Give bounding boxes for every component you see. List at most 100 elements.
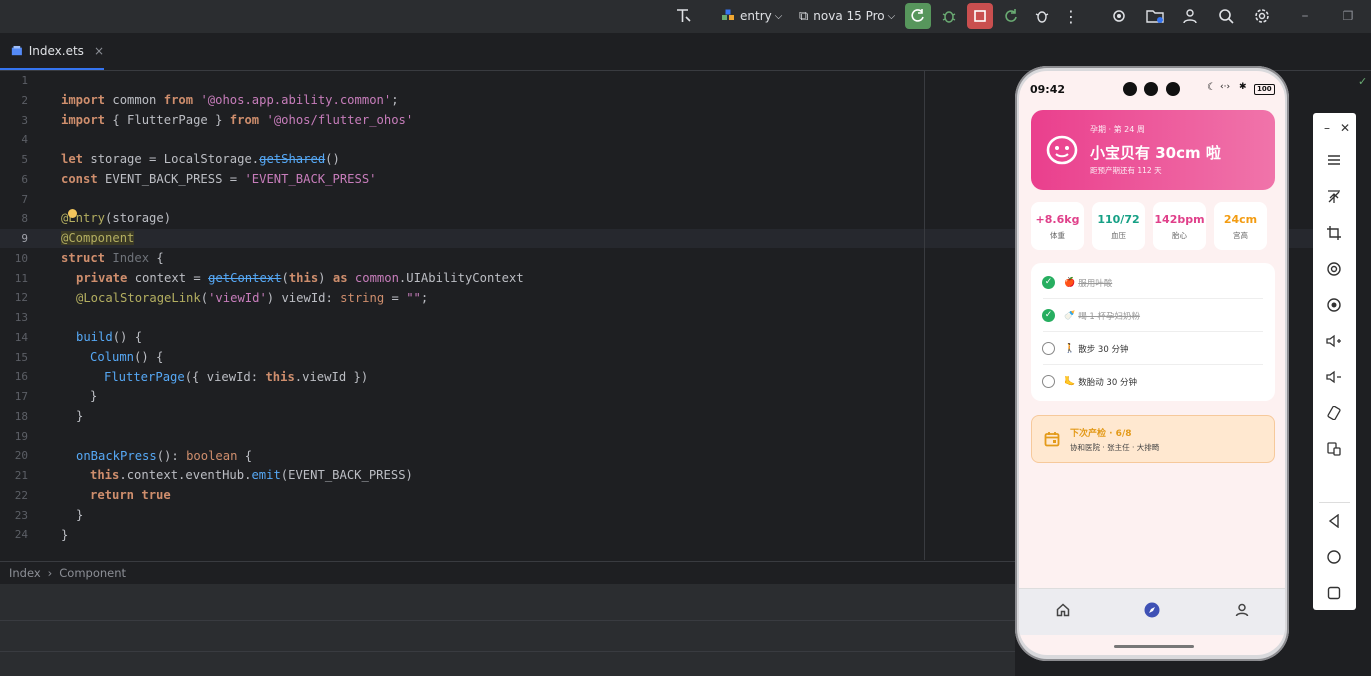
gesture-home-bar[interactable]: [1114, 645, 1194, 648]
unchecked-circle-icon[interactable]: [1042, 342, 1055, 355]
checked-circle-icon[interactable]: ✓: [1042, 309, 1055, 322]
home-icon[interactable]: [1056, 603, 1070, 617]
code-line-17: }: [90, 389, 98, 403]
line-number[interactable]: 1: [0, 74, 28, 87]
code-line-24: }: [61, 528, 69, 542]
menu-icon[interactable]: [1324, 150, 1344, 170]
line-number[interactable]: 10: [0, 252, 28, 265]
breadcrumb-item-component[interactable]: Component: [59, 566, 126, 580]
device-icon: ⧉: [799, 8, 809, 24]
checked-circle-icon[interactable]: ✓: [1042, 276, 1055, 289]
task-item[interactable]: ✓ 🍼 喝 1 杯孕妇奶粉: [1031, 299, 1275, 332]
unchecked-circle-icon[interactable]: [1042, 375, 1055, 388]
target-icon[interactable]: [1106, 3, 1132, 29]
line-number[interactable]: 13: [0, 311, 28, 324]
line-number[interactable]: 3: [0, 114, 28, 127]
line-number[interactable]: 17: [0, 390, 28, 403]
task-item[interactable]: ✓ 🍎 服用叶酸: [1031, 266, 1275, 299]
stat-card-heart-rate[interactable]: 142bpm 胎心: [1153, 202, 1206, 250]
task-item[interactable]: 🦶 数胎动 30 分钟: [1031, 365, 1275, 398]
stop-icon: [974, 10, 986, 22]
stat-label: 体重: [1050, 231, 1065, 240]
rerun-icon: [911, 9, 924, 22]
line-number[interactable]: 21: [0, 469, 28, 482]
run-config-selector[interactable]: entry ⌵: [720, 5, 782, 27]
task-emoji: 🚶: [1064, 343, 1076, 354]
debug-button[interactable]: [936, 3, 962, 29]
back-triangle-icon[interactable]: [1324, 511, 1344, 531]
stop-button[interactable]: [967, 3, 993, 29]
close-tab-icon[interactable]: ×: [94, 44, 104, 58]
volume-up-icon[interactable]: [1324, 331, 1344, 351]
hero-headline: 小宝贝有 30cm 啦: [1090, 144, 1221, 162]
line-number[interactable]: 9: [0, 232, 28, 245]
multi-device-icon[interactable]: [1324, 439, 1344, 459]
line-number[interactable]: 22: [0, 489, 28, 502]
line-number[interactable]: 16: [0, 370, 28, 383]
breadcrumb-item-index[interactable]: Index: [9, 566, 41, 580]
main-toolbar: entry ⌵ ⧉ nova 15 Pro ⌵ ⋮ – ❐: [0, 0, 1371, 34]
account-icon[interactable]: [1177, 3, 1203, 29]
compass-icon[interactable]: [1144, 602, 1160, 618]
apply-changes-button[interactable]: [998, 3, 1024, 29]
editor-scrollbar[interactable]: ✓: [1356, 71, 1371, 560]
restore-window-icon[interactable]: ❐: [1335, 3, 1361, 29]
line-number[interactable]: 19: [0, 430, 28, 443]
status-time: 09:42: [1030, 83, 1066, 96]
tab-file-name: Index.ets: [28, 44, 84, 58]
line-number[interactable]: 20: [0, 449, 28, 462]
line-number[interactable]: 5: [0, 153, 28, 166]
minimize-window-icon[interactable]: –: [1292, 3, 1318, 29]
crop-screenshot-icon[interactable]: [1324, 223, 1344, 243]
signal-icon: ‹·›: [1220, 82, 1231, 92]
minimize-emulator-icon[interactable]: –: [1317, 118, 1337, 138]
close-emulator-icon[interactable]: ✕: [1335, 118, 1355, 138]
phone-screen[interactable]: 09:42 ☾ ‹·› ✱ 100 孕期 · 第 24 周 小宝贝有 30cm …: [1019, 71, 1285, 655]
line-number[interactable]: 12: [0, 291, 28, 304]
stat-card-fundal-height[interactable]: 24cm 宫高: [1214, 202, 1267, 250]
line-number[interactable]: 24: [0, 528, 28, 541]
chevron-down-icon: ⌵: [774, 10, 783, 22]
pin-top-icon[interactable]: [1324, 187, 1344, 207]
bug-outline-icon: [1035, 11, 1049, 23]
line-number[interactable]: 4: [0, 133, 28, 146]
line-number[interactable]: 8: [0, 212, 28, 225]
settings-gear-icon[interactable]: [1249, 3, 1275, 29]
more-icon[interactable]: ⋮: [1058, 3, 1084, 29]
line-number[interactable]: 15: [0, 351, 28, 364]
recents-square-icon[interactable]: [1324, 583, 1344, 603]
record-icon[interactable]: [1324, 259, 1344, 279]
run-button[interactable]: [905, 3, 931, 29]
chevron-down-icon: ⌵: [887, 10, 896, 22]
line-number[interactable]: 7: [0, 193, 28, 206]
attach-debugger-button[interactable]: [1029, 3, 1055, 29]
search-icon[interactable]: [1213, 3, 1239, 29]
next-checkup-card[interactable]: 下次产检 · 6/8 协和医院 · 张主任 · 大排畸: [1031, 415, 1275, 463]
line-number[interactable]: 11: [0, 272, 28, 285]
task-text: 数胎动 30 分钟: [1078, 377, 1137, 388]
location-icon[interactable]: [1324, 295, 1344, 315]
rotate-icon[interactable]: [1324, 403, 1344, 423]
pregnancy-hero-card[interactable]: 孕期 · 第 24 周 小宝贝有 30cm 啦 距预产期还有 112 天: [1031, 110, 1275, 190]
bottom-panel-secondary: [0, 620, 1015, 651]
task-item[interactable]: 🚶 散步 30 分钟: [1031, 332, 1275, 365]
text-tool-icon[interactable]: [670, 3, 696, 29]
folder-icon[interactable]: [1142, 3, 1168, 29]
line-number[interactable]: 2: [0, 94, 28, 107]
stat-card-weight[interactable]: +8.6kg 体重: [1031, 202, 1084, 250]
stat-card-blood-pressure[interactable]: 110/72 血压: [1092, 202, 1145, 250]
volume-down-icon[interactable]: [1324, 367, 1344, 387]
hero-week: 孕期 · 第 24 周: [1090, 125, 1145, 134]
profile-icon[interactable]: [1235, 603, 1249, 617]
tab-index-ets[interactable]: Index.ets ×: [0, 34, 104, 70]
line-number[interactable]: 18: [0, 410, 28, 423]
home-circle-icon[interactable]: [1324, 547, 1344, 567]
device-selector[interactable]: ⧉ nova 15 Pro ⌵: [799, 5, 895, 27]
right-margin-guide: [924, 71, 925, 560]
line-number[interactable]: 23: [0, 509, 28, 522]
baby-face-icon: [1046, 135, 1078, 165]
lightbulb-icon[interactable]: [68, 209, 77, 218]
line-number[interactable]: 6: [0, 173, 28, 186]
line-number[interactable]: 14: [0, 331, 28, 344]
bottom-navigation: [1019, 588, 1285, 635]
